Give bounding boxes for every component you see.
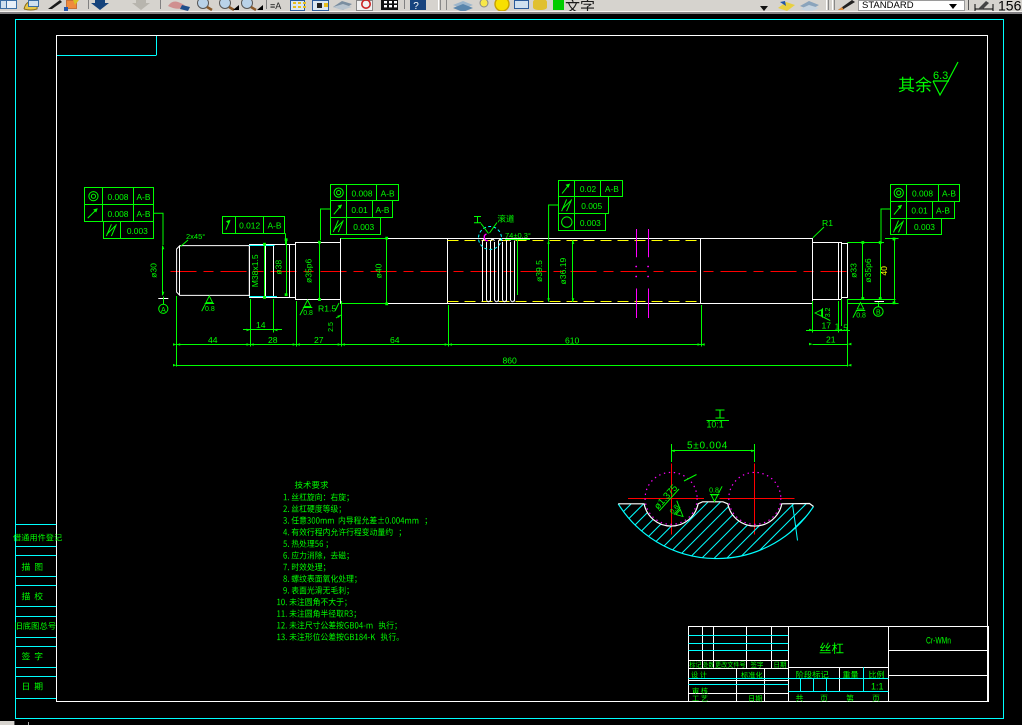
svg-text:0.008: 0.008 [352,188,373,198]
svg-text:2x45°: 2x45° [186,232,205,241]
svg-text:860: 860 [503,356,518,366]
svg-text:ø33: ø33 [849,263,859,278]
svg-text:R1: R1 [822,218,833,228]
svg-text:44: 44 [208,335,218,345]
svg-text:A: A [161,307,166,314]
svg-text:28: 28 [268,335,278,345]
svg-text:ø35p6: ø35p6 [304,258,314,283]
svg-text:A-B: A-B [267,221,281,231]
svg-text:21: 21 [826,335,836,345]
svg-text:610: 610 [565,336,580,346]
svg-text:6.3: 6.3 [933,70,948,82]
svg-text:1: 1 [835,323,840,332]
svg-text:ø40: ø40 [374,263,384,278]
svg-text:0.003: 0.003 [914,222,935,232]
svg-text:40: 40 [879,266,889,276]
svg-text:R1.5: R1.5 [318,304,336,314]
svg-text:ø39.5: ø39.5 [534,260,544,282]
svg-text:0.003: 0.003 [127,226,148,236]
svg-text:B: B [876,310,881,317]
svg-text:A-B: A-B [136,209,150,219]
svg-text:17: 17 [822,321,832,331]
svg-text:A-B: A-B [936,205,950,215]
svg-text:A-B: A-B [605,184,619,194]
svg-text:10:1: 10:1 [707,419,724,429]
svg-text:A-B: A-B [136,192,150,202]
svg-text:0.01: 0.01 [351,205,368,215]
svg-text:ø36.19: ø36.19 [558,257,568,284]
svg-text:3.2: 3.2 [825,307,832,317]
svg-text:0.008: 0.008 [912,189,933,199]
svg-text:0.8: 0.8 [856,313,866,320]
svg-text:0.003: 0.003 [580,218,601,228]
svg-text:Cr-WMn: Cr-WMn [926,636,951,646]
svg-text:0.012: 0.012 [239,221,260,231]
svg-text:0.8: 0.8 [709,487,719,494]
svg-text:?: ? [413,1,419,12]
svg-text:27: 27 [314,335,324,345]
svg-text:≡A: ≡A [270,1,281,11]
svg-text:ø30: ø30 [149,263,159,278]
svg-text:0.8: 0.8 [205,306,215,313]
svg-text:0.003: 0.003 [353,222,374,232]
svg-text:64: 64 [390,335,400,345]
svg-text:0.008: 0.008 [107,192,128,202]
svg-text:STANDARD: STANDARD [862,0,914,11]
svg-text:0.8: 0.8 [303,310,313,317]
svg-text:A-B: A-B [376,205,390,215]
svg-text:0.008: 0.008 [107,209,128,219]
svg-text:1:1: 1:1 [871,682,884,692]
svg-text:74±0.3°: 74±0.3° [505,231,531,240]
svg-text:ø35p6: ø35p6 [863,258,873,283]
svg-text:A-B: A-B [942,189,956,199]
svg-text:14: 14 [256,320,266,330]
svg-text:M38x1.5: M38x1.5 [250,254,260,287]
svg-text:5±0.004: 5±0.004 [687,441,728,452]
svg-text:A-B: A-B [381,188,395,198]
svg-text:0.005: 0.005 [581,201,602,211]
svg-text:0.02: 0.02 [580,184,597,194]
svg-text:2.5: 2.5 [328,322,335,332]
svg-text:ø38: ø38 [274,260,284,275]
svg-text:0.01: 0.01 [911,205,928,215]
